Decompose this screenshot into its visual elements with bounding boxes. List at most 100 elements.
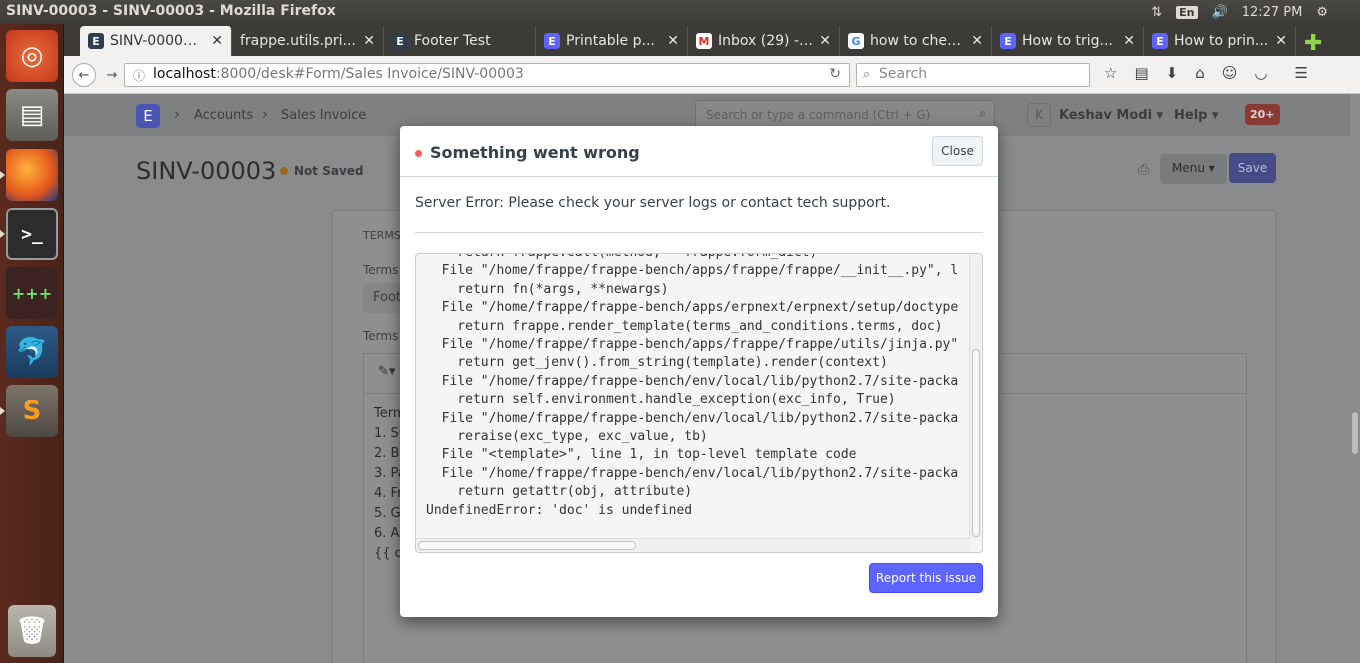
tab-printable[interactable]: E Printable p... ✕ xyxy=(536,26,688,56)
user-menu[interactable]: Keshav Modi ▾ xyxy=(1059,108,1163,123)
chevron-right-icon: › xyxy=(262,105,268,123)
reading-list-icon[interactable]: ▤ xyxy=(1134,64,1148,82)
running-indicator xyxy=(0,407,5,415)
section-label: TERMS xyxy=(363,229,401,242)
dialog-header: Something went wrong Close xyxy=(400,126,998,177)
tab-how-to-trig[interactable]: E How to trig... ✕ xyxy=(992,26,1144,56)
close-tab-icon[interactable]: ✕ xyxy=(971,33,983,49)
tab-inbox[interactable]: M Inbox (29) - ... ✕ xyxy=(688,26,840,56)
info-icon[interactable]: ⓘ xyxy=(133,67,145,84)
caret-down-icon: ▾ xyxy=(1208,161,1215,175)
close-tab-icon[interactable]: ✕ xyxy=(819,33,831,49)
forward-arrow-icon[interactable]: → xyxy=(100,63,124,87)
tab-google[interactable]: Ghow to chec... ✕ xyxy=(840,26,992,56)
page-title: SINV-00003 xyxy=(136,157,277,185)
firefox-icon[interactable] xyxy=(6,149,58,201)
gmail-favicon-icon: M xyxy=(696,33,712,49)
traceback-text: return frappe.call(method, **frappe.form… xyxy=(426,254,959,520)
scrollbar-thumb[interactable] xyxy=(972,349,980,537)
google-favicon-icon: G xyxy=(848,33,864,49)
breadcrumb-accounts[interactable]: Accounts xyxy=(194,108,253,123)
search-icon: ⌕ xyxy=(979,106,986,120)
chevron-right-icon: › xyxy=(174,105,180,123)
sublime-text-icon[interactable]: S xyxy=(6,385,58,437)
clock[interactable]: 12:27 PM xyxy=(1242,5,1303,20)
close-tab-icon[interactable]: ✕ xyxy=(363,33,375,49)
toolbar-icons: ☆ ▤ ⬇ ⌂ ☺ ◡ ☰ xyxy=(1104,64,1308,82)
scrollbar-thumb[interactable] xyxy=(1352,412,1358,454)
dialog-title: Something went wrong xyxy=(415,143,640,162)
print-icon[interactable]: ⎙ xyxy=(1138,162,1149,178)
status-dot xyxy=(280,167,288,175)
erpnext-favicon-icon: E xyxy=(88,33,104,49)
bookmark-star-icon[interactable]: ☆ xyxy=(1104,64,1117,82)
traceback-line: File "<template>", line 1, in top-level … xyxy=(426,447,857,463)
traceback-line: return get_jenv().from_string(template).… xyxy=(426,355,888,371)
notifications-badge[interactable]: 20+ xyxy=(1245,104,1280,125)
avatar[interactable]: K xyxy=(1027,103,1051,127)
magic-wand-icon[interactable]: ✎▾ xyxy=(378,364,395,379)
tab-footer-test[interactable]: E Footer Test xyxy=(384,26,536,56)
close-tab-icon[interactable]: ✕ xyxy=(1123,33,1135,49)
save-button[interactable]: Save xyxy=(1229,153,1276,183)
pocket-icon[interactable]: ◡ xyxy=(1254,64,1267,82)
erpnext-favicon-icon: E xyxy=(1152,33,1168,49)
report-issue-button[interactable]: Report this issue xyxy=(869,563,983,593)
browser-search-input[interactable]: ⌕ Search xyxy=(856,63,1090,87)
close-tab-icon[interactable]: ✕ xyxy=(1275,33,1287,49)
traceback-line: return getattr(obj, attribute) xyxy=(426,484,693,500)
tab-sinv[interactable]: E SINV-00003 ... ✕ xyxy=(80,26,232,56)
close-tab-icon[interactable]: ✕ xyxy=(667,33,679,49)
home-icon[interactable]: ⌂ xyxy=(1195,64,1205,82)
erpnext-favicon-icon: E xyxy=(544,33,560,49)
trash-icon[interactable]: 🗑 xyxy=(8,605,56,657)
field-label-terms: Terms xyxy=(363,263,399,277)
erpnext-favicon-icon: E xyxy=(1000,33,1016,49)
keyboard-layout-indicator[interactable]: En xyxy=(1176,5,1198,19)
files-icon[interactable]: ▤ xyxy=(6,89,58,141)
vertical-scrollbar[interactable] xyxy=(969,254,981,540)
mysql-workbench-icon[interactable]: 🐬 xyxy=(6,326,58,378)
caret-down-icon: ▾ xyxy=(1212,108,1219,123)
tab-frappe-utils[interactable]: frappe.utils.pri... ✕ xyxy=(232,26,384,56)
page-scrollbar[interactable] xyxy=(1350,94,1360,663)
system-top-bar: SINV-00003 - SINV-00003 - Mozilla Firefo… xyxy=(0,0,1360,24)
help-menu[interactable]: Help ▾ xyxy=(1174,108,1219,123)
download-icon[interactable]: ⬇ xyxy=(1166,64,1179,82)
traceback-box[interactable]: return frappe.call(method, **frappe.form… xyxy=(415,253,983,553)
traceback-line: return fn(*args, **newargs) xyxy=(426,281,669,297)
close-tab-icon[interactable]: ✕ xyxy=(211,33,223,49)
browser-navigation-bar: ← → ⓘ localhost:8000/desk#Form/Sales Inv… xyxy=(64,56,1360,94)
terminal-icon[interactable]: >_ xyxy=(6,208,58,260)
back-arrow-icon[interactable]: ← xyxy=(72,63,96,87)
traceback-line: File "/home/frappe/frappe-bench/env/loca… xyxy=(426,465,959,481)
network-icon[interactable]: ⇅ xyxy=(1151,5,1162,20)
reload-icon[interactable]: ↻ xyxy=(829,66,841,82)
hamburger-menu-icon[interactable]: ☰ xyxy=(1294,64,1307,82)
traceback-line: UndefinedError: 'doc' is undefined xyxy=(426,502,693,518)
system-tray: ⇅ En 🔊 12:27 PM ⚙ xyxy=(1151,0,1360,24)
horizontal-scrollbar[interactable] xyxy=(416,538,970,552)
power-gear-icon[interactable]: ⚙ xyxy=(1316,5,1328,20)
ubuntu-dash-icon[interactable]: ◎ xyxy=(6,30,58,82)
erpnext-logo[interactable]: E xyxy=(136,104,160,128)
calculator-icon[interactable]: +++ xyxy=(6,267,58,319)
traceback-line: return frappe.render_template(terms_and_… xyxy=(426,318,943,334)
running-indicator xyxy=(0,230,5,238)
status-indicator: Not Saved xyxy=(280,164,364,178)
divider xyxy=(415,232,983,233)
erpnext-favicon-icon: E xyxy=(392,33,408,49)
url-bar[interactable]: ⓘ localhost:8000/desk#Form/Sales Invoice… xyxy=(124,63,850,87)
error-indicator-dot xyxy=(415,150,422,157)
breadcrumb-sales-invoice[interactable]: Sales Invoice xyxy=(281,108,366,123)
scrollbar-thumb[interactable] xyxy=(418,541,636,550)
traceback-line: reraise(exc_type, exc_value, tb) xyxy=(426,429,708,445)
editor-line: 4. Fr xyxy=(374,486,403,501)
new-tab-icon[interactable]: ✚ xyxy=(1296,31,1330,56)
close-button[interactable]: Close xyxy=(932,136,983,166)
tab-how-to-prin[interactable]: E How to prin... ✕ xyxy=(1144,26,1296,56)
menu-button[interactable]: Menu ▾ xyxy=(1160,154,1227,184)
traceback-line: File "/home/frappe/frappe-bench/env/loca… xyxy=(426,410,959,426)
chat-icon[interactable]: ☺ xyxy=(1222,64,1238,82)
volume-icon[interactable]: 🔊 xyxy=(1212,5,1228,20)
